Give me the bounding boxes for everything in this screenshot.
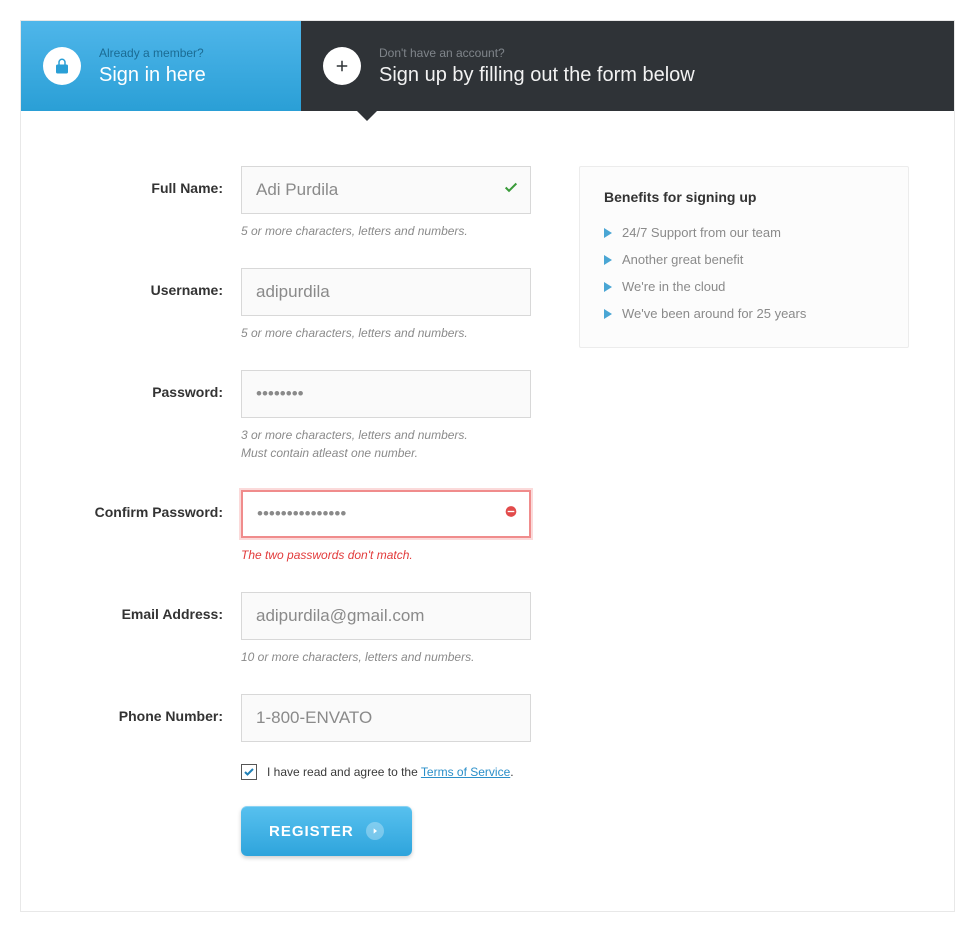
- benefits-panel: Benefits for signing up 24/7 Support fro…: [579, 166, 909, 348]
- bullet-arrow-icon: [604, 309, 612, 319]
- label-username: Username:: [66, 268, 241, 298]
- register-button[interactable]: REGISTER: [241, 806, 412, 856]
- register-label: REGISTER: [269, 823, 354, 840]
- signup-form: Full Name: 5 or more characters, letters…: [66, 166, 539, 856]
- bullet-arrow-icon: [604, 282, 612, 292]
- bullet-arrow-icon: [604, 228, 612, 238]
- list-item: We're in the cloud: [604, 273, 884, 300]
- benefits-list: 24/7 Support from our team Another great…: [604, 219, 884, 327]
- phone-field[interactable]: [241, 694, 531, 742]
- tab-signup-small: Don't have an account?: [379, 46, 695, 60]
- email-field[interactable]: [241, 592, 531, 640]
- hint-email: 10 or more characters, letters and numbe…: [241, 648, 531, 666]
- tab-signin-large: Sign in here: [99, 64, 206, 87]
- plus-icon: [323, 47, 361, 85]
- signup-card: Already a member? Sign in here Don't hav…: [20, 20, 955, 912]
- fullname-field[interactable]: [241, 166, 531, 214]
- bullet-arrow-icon: [604, 255, 612, 265]
- tos-checkbox[interactable]: [241, 764, 257, 780]
- error-confirm: The two passwords don't match.: [241, 546, 531, 564]
- error-icon: [503, 504, 519, 525]
- tos-row: I have read and agree to the Terms of Se…: [241, 764, 539, 780]
- arrow-right-icon: [366, 822, 384, 840]
- tos-prefix: I have read and agree to the: [267, 765, 421, 779]
- tos-link[interactable]: Terms of Service: [421, 765, 510, 779]
- label-fullname: Full Name:: [66, 166, 241, 196]
- hint-fullname: 5 or more characters, letters and number…: [241, 222, 531, 240]
- lock-icon: [43, 47, 81, 85]
- tab-signup-large: Sign up by filling out the form below: [379, 64, 695, 87]
- username-field[interactable]: [241, 268, 531, 316]
- hint-password: 3 or more characters, letters and number…: [241, 426, 531, 462]
- label-phone: Phone Number:: [66, 694, 241, 724]
- list-item: We've been around for 25 years: [604, 300, 884, 327]
- tab-signin-small: Already a member?: [99, 46, 206, 60]
- password-field[interactable]: [241, 370, 531, 418]
- hint-username: 5 or more characters, letters and number…: [241, 324, 531, 342]
- list-item: Another great benefit: [604, 246, 884, 273]
- benefits-title: Benefits for signing up: [604, 189, 884, 205]
- checkmark-icon: [503, 180, 519, 201]
- tos-suffix: .: [510, 765, 513, 779]
- label-confirm: Confirm Password:: [66, 490, 241, 520]
- label-email: Email Address:: [66, 592, 241, 622]
- tab-signin[interactable]: Already a member? Sign in here: [21, 21, 301, 111]
- list-item: 24/7 Support from our team: [604, 219, 884, 246]
- confirm-password-field[interactable]: [241, 490, 531, 538]
- label-password: Password:: [66, 370, 241, 400]
- tab-signup: Don't have an account? Sign up by fillin…: [301, 21, 954, 111]
- header-tabs: Already a member? Sign in here Don't hav…: [21, 21, 954, 111]
